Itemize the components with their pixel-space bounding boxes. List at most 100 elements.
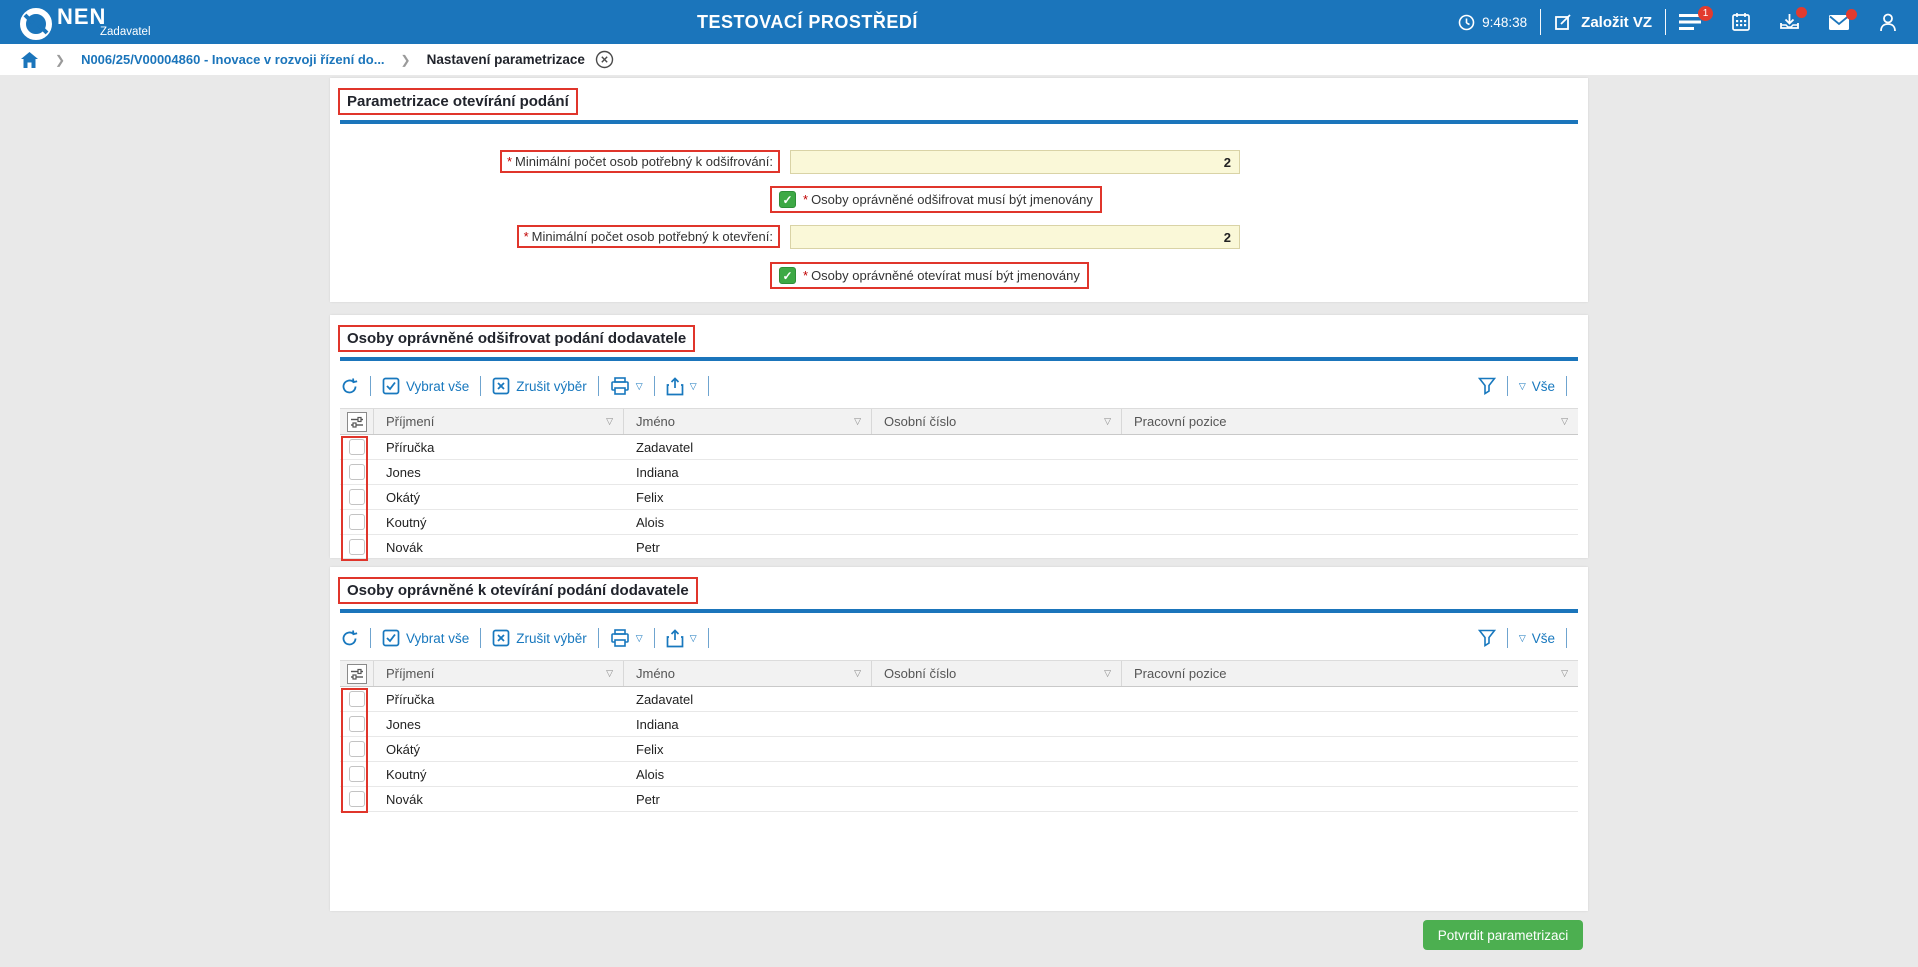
row-checkbox[interactable] — [349, 439, 365, 455]
table-toolbar: Vybrat vše Zrušit výběr ▽ ▽ ▽Vše — [340, 626, 1578, 650]
breadcrumb-current-page: Nastavení parametrizace — [427, 52, 585, 67]
select-all-button[interactable]: Vybrat vše — [382, 377, 469, 395]
calendar-icon[interactable] — [1731, 12, 1751, 32]
export-button[interactable]: ▽ — [666, 377, 697, 396]
persons-table: Příjmení▽ Jméno▽ Osobní číslo▽ Pracovní … — [340, 660, 1578, 812]
filter-caret-icon[interactable]: ▽ — [606, 416, 613, 427]
create-vz-icon[interactable] — [1554, 13, 1573, 32]
cell-prijmeni: Koutný — [374, 767, 624, 782]
export-button[interactable]: ▽ — [666, 629, 697, 648]
table-row[interactable]: Novák Petr — [340, 535, 1578, 560]
cell-jmeno: Felix — [624, 742, 872, 757]
filter-scope-dropdown[interactable]: ▽Vše — [1519, 631, 1555, 646]
print-button[interactable]: ▽ — [610, 377, 643, 396]
refresh-button[interactable] — [340, 377, 359, 396]
row-checkbox[interactable] — [349, 489, 365, 505]
column-chooser-icon[interactable] — [347, 664, 367, 684]
column-header-osobni-cislo[interactable]: Osobní číslo▽ — [872, 661, 1122, 686]
cell-jmeno: Indiana — [624, 717, 872, 732]
row-checkbox[interactable] — [349, 716, 365, 732]
mail-icon[interactable] — [1828, 14, 1850, 31]
column-header-osobni-cislo[interactable]: Osobní číslo▽ — [872, 409, 1122, 434]
column-chooser-icon[interactable] — [347, 412, 367, 432]
cell-prijmeni: Koutný — [374, 515, 624, 530]
table-row[interactable]: Příručka Zadavatel — [340, 687, 1578, 712]
home-icon[interactable] — [20, 51, 39, 69]
breadcrumb-contract-link[interactable]: N006/25/V00004860 - Inovace v rozvoji ří… — [81, 52, 384, 67]
open-persons-section: Osoby oprávněné k otevírání podání dodav… — [330, 567, 1588, 911]
print-button[interactable]: ▽ — [610, 629, 643, 648]
table-row[interactable]: Jones Indiana — [340, 460, 1578, 485]
row-checkbox[interactable] — [349, 791, 365, 807]
table-header-row: Příjmení▽ Jméno▽ Osobní číslo▽ Pracovní … — [340, 660, 1578, 687]
table-row[interactable]: Příručka Zadavatel — [340, 435, 1578, 460]
checkbox-open-named[interactable]: ✓ *Osoby oprávněné otevírat musí být jme… — [770, 262, 1089, 289]
refresh-button[interactable] — [340, 629, 359, 648]
confirm-parametrization-button[interactable]: Potvrdit parametrizaci — [1423, 920, 1583, 950]
cell-prijmeni: Příručka — [374, 440, 624, 455]
column-header-jmeno[interactable]: Jméno▽ — [624, 409, 872, 434]
clock-icon — [1458, 14, 1475, 31]
table-row[interactable]: Novák Petr — [340, 787, 1578, 812]
row-checkbox[interactable] — [349, 741, 365, 757]
chevron-right-icon: ❯ — [401, 53, 411, 67]
filter-caret-icon[interactable]: ▽ — [1561, 416, 1568, 427]
cell-jmeno: Petr — [624, 540, 872, 555]
table-toolbar: Vybrat vše Zrušit výběr ▽ ▽ ▽Vše — [340, 374, 1578, 398]
filter-caret-icon[interactable]: ▽ — [854, 416, 861, 427]
cell-prijmeni: Příručka — [374, 692, 624, 707]
table-row[interactable]: Okátý Felix — [340, 485, 1578, 510]
min-persons-open-input[interactable] — [790, 225, 1240, 249]
menu-badge: 1 — [1698, 6, 1713, 21]
create-vz-button[interactable]: Založit VZ — [1581, 14, 1652, 31]
required-marker: * — [524, 229, 529, 244]
menu-icon[interactable]: 1 — [1679, 13, 1703, 31]
clear-selection-button[interactable]: Zrušit výběr — [492, 629, 587, 647]
column-header-jmeno[interactable]: Jméno▽ — [624, 661, 872, 686]
row-checkbox[interactable] — [349, 464, 365, 480]
section-divider — [340, 609, 1578, 613]
clear-selection-button[interactable]: Zrušit výběr — [492, 377, 587, 395]
filter-caret-icon[interactable]: ▽ — [1104, 668, 1111, 679]
column-header-pracovni-pozice[interactable]: Pracovní pozice▽ — [1122, 661, 1578, 686]
row-checkbox[interactable] — [349, 539, 365, 555]
inbox-icon[interactable] — [1779, 12, 1800, 32]
checkbox-decrypt-named[interactable]: ✓ *Osoby oprávněné odšifrovat musí být j… — [770, 186, 1102, 213]
checkbox-checked-icon[interactable]: ✓ — [779, 191, 796, 208]
filter-scope-dropdown[interactable]: ▽Vše — [1519, 379, 1555, 394]
cell-prijmeni: Jones — [374, 717, 624, 732]
row-checkbox[interactable] — [349, 514, 365, 530]
top-header-bar: NEN Zadavatel TESTOVACÍ PROSTŘEDÍ 9:48:3… — [0, 0, 1918, 44]
section-title-decrypt-persons: Osoby oprávněné odšifrovat podání dodava… — [338, 325, 695, 352]
section-divider — [340, 357, 1578, 361]
table-row[interactable]: Okátý Felix — [340, 737, 1578, 762]
row-checkbox[interactable] — [349, 766, 365, 782]
user-icon[interactable] — [1878, 12, 1898, 33]
row-checkbox[interactable] — [349, 691, 365, 707]
nen-logo[interactable] — [16, 3, 56, 43]
section-divider — [340, 120, 1578, 124]
filter-caret-icon[interactable]: ▽ — [1104, 416, 1111, 427]
close-tab-icon[interactable] — [595, 50, 614, 69]
min-persons-decrypt-input[interactable] — [790, 150, 1240, 174]
select-all-button[interactable]: Vybrat vše — [382, 629, 469, 647]
filter-caret-icon[interactable]: ▽ — [1561, 668, 1568, 679]
filter-caret-icon[interactable]: ▽ — [854, 668, 861, 679]
table-row[interactable]: Jones Indiana — [340, 712, 1578, 737]
chevron-right-icon: ❯ — [55, 53, 65, 67]
filter-icon[interactable] — [1478, 377, 1496, 395]
cell-prijmeni: Okátý — [374, 742, 624, 757]
mail-badge — [1846, 9, 1857, 20]
checkbox-label: *Osoby oprávněné odšifrovat musí být jme… — [803, 192, 1093, 207]
checkbox-checked-icon[interactable]: ✓ — [779, 267, 796, 284]
table-row[interactable]: Koutný Alois — [340, 510, 1578, 535]
filter-icon[interactable] — [1478, 629, 1496, 647]
filter-caret-icon[interactable]: ▽ — [606, 668, 613, 679]
column-header-prijmeni[interactable]: Příjmení▽ — [374, 661, 624, 686]
table-row[interactable]: Koutný Alois — [340, 762, 1578, 787]
cell-jmeno: Alois — [624, 767, 872, 782]
column-header-prijmeni[interactable]: Příjmení▽ — [374, 409, 624, 434]
persons-table: Příjmení▽ Jméno▽ Osobní číslo▽ Pracovní … — [340, 408, 1578, 560]
cell-prijmeni: Okátý — [374, 490, 624, 505]
column-header-pracovni-pozice[interactable]: Pracovní pozice▽ — [1122, 409, 1578, 434]
